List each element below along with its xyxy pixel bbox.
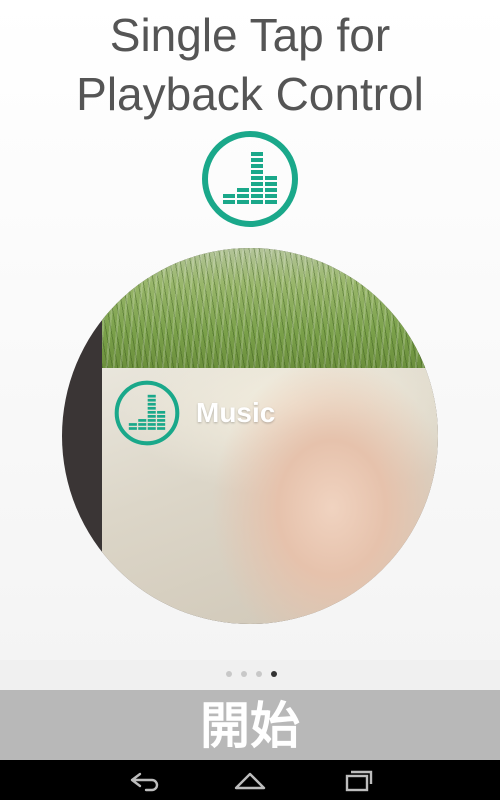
grass-photo: [102, 248, 438, 368]
music-label: Music: [196, 397, 276, 428]
page-indicator-bar: [0, 660, 500, 690]
flower-detail: [426, 278, 438, 308]
back-icon[interactable]: [124, 766, 164, 794]
page-dot-2[interactable]: [241, 671, 247, 677]
page-title: Single Tap for Playback Control: [0, 6, 500, 124]
equalizer-icon: [202, 131, 298, 227]
title-line-1: Single Tap for: [109, 9, 391, 61]
home-icon[interactable]: [230, 766, 270, 794]
recent-apps-icon[interactable]: [337, 766, 377, 794]
system-nav-bar: [0, 760, 500, 800]
page-dot-4-active[interactable]: [271, 671, 277, 677]
start-button[interactable]: 開始: [0, 690, 500, 760]
preview-circle: Music: [62, 248, 438, 624]
page-dot-1[interactable]: [226, 671, 232, 677]
title-line-2: Playback Control: [76, 68, 424, 120]
page-indicator: [226, 671, 277, 677]
equalizer-icon: [114, 380, 180, 446]
music-tile[interactable]: Music: [114, 380, 275, 446]
page-dot-3[interactable]: [256, 671, 262, 677]
